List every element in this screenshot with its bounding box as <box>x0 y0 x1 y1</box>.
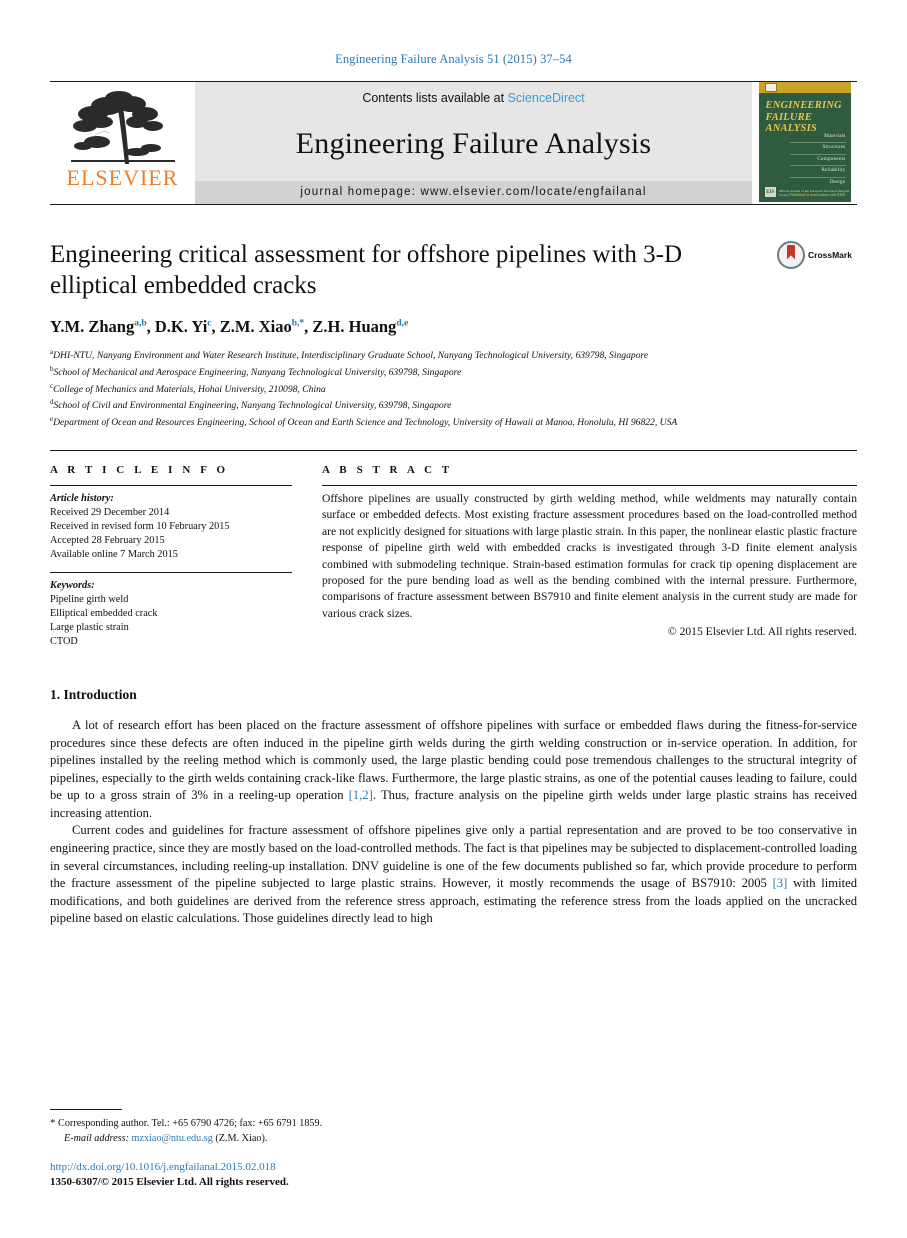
author-entry: Y.M. Zhanga,b, <box>50 317 155 336</box>
cover-topbar <box>758 82 851 93</box>
cover-right-label: Published in association with ESIS <box>789 192 846 197</box>
crossmark-icon <box>777 241 805 269</box>
keyword-item: Elliptical embedded crack <box>50 607 158 619</box>
history-item: Received in revised form 10 February 201… <box>50 520 230 532</box>
corresponding-text: Corresponding author. Tel.: +65 6790 472… <box>58 1118 323 1130</box>
keywords-label: Keywords: <box>50 579 95 591</box>
email-line: E-mail address: mzxiao@ntu.edu.sg (Z.M. … <box>50 1132 550 1146</box>
history-item: Available online 7 March 2015 <box>50 548 178 560</box>
author-entry: Z.H. Huangd,e <box>312 317 408 336</box>
article-history-block: Article history: Received 29 December 20… <box>50 486 292 562</box>
paragraph: A lot of research effort has been placed… <box>50 717 857 823</box>
cover-keyword-list: Materials Structures Components Reliabil… <box>789 132 846 188</box>
elsevier-tree-icon <box>63 86 183 170</box>
keyword-item: Large plastic strain <box>50 621 129 633</box>
crossmark-label: CrossMark <box>808 250 852 260</box>
abstract-copyright: © 2015 Elsevier Ltd. All rights reserved… <box>667 625 857 639</box>
paragraph-text: Current codes and guidelines for fractur… <box>50 823 857 891</box>
author-list: Y.M. Zhanga,b, D.K. Yic, Z.M. Xiaob,*, Z… <box>50 317 857 337</box>
cover-keyword: Reliability <box>789 166 846 178</box>
keywords-block: Keywords: Pipeline girth weld Elliptical… <box>50 573 292 649</box>
abstract-column: A B S T R A C T Offshore pipelines are u… <box>322 464 857 649</box>
affiliation-text: DHI-NTU, Nanyang Environment and Water R… <box>53 350 649 362</box>
sciencedirect-link[interactable]: ScienceDirect <box>508 91 585 105</box>
affiliation-text: Department of Ocean and Resources Engine… <box>53 417 678 429</box>
article-info-heading: A R T I C L E I N F O <box>50 463 229 476</box>
esis-logo-icon: EIS <box>764 187 776 197</box>
journal-cover-thumbnail: ENGINEERING FAILURE ANALYSIS Materials S… <box>758 82 851 202</box>
affiliation-item: dSchool of Civil and Environmental Engin… <box>50 396 857 413</box>
journal-band: Contents lists available at ScienceDirec… <box>195 82 752 204</box>
citation-link[interactable]: [1,2] <box>349 788 373 802</box>
journal-title: Engineering Failure Analysis <box>295 127 652 160</box>
author-name: Z.M. Xiao <box>219 317 292 336</box>
paper-page: Engineering Failure Analysis 51 (2015) 3… <box>0 0 907 1238</box>
corresponding-star: * <box>50 1117 56 1130</box>
author-marks: d,e <box>396 318 409 329</box>
doi-link[interactable]: http://dx.doi.org/10.1016/j.engfailanal.… <box>50 1160 550 1175</box>
journal-homepage-link[interactable]: journal homepage: www.elsevier.com/locat… <box>195 181 752 204</box>
author-sep: , <box>211 317 220 336</box>
affiliation-text: College of Mechanics and Materials, Hoha… <box>53 383 326 395</box>
affiliation-text: School of Civil and Environmental Engine… <box>53 400 452 412</box>
cover-stamp-icon <box>764 83 777 92</box>
author-sep: , <box>146 317 155 336</box>
author-entry: Z.M. Xiaob,*, <box>220 317 313 336</box>
keyword-item: CTOD <box>50 635 78 647</box>
abstract-text: Offshore pipelines are usually construct… <box>322 491 857 620</box>
author-marks: b,* <box>291 318 305 329</box>
cover-keyword: Materials <box>789 132 846 144</box>
journal-cover-block: ENGINEERING FAILURE ANALYSIS Materials S… <box>752 82 857 204</box>
history-item: Accepted 28 February 2015 <box>50 534 165 546</box>
affiliation-list: aDHI-NTU, Nanyang Environment and Water … <box>50 346 857 430</box>
page-title: Engineering critical assessment for offs… <box>50 241 683 299</box>
author-name: Z.H. Huang <box>312 317 397 336</box>
elsevier-logo: ELSEVIER <box>50 82 195 204</box>
corresponding-author-note: * Corresponding author. Tel.: +65 6790 4… <box>50 1116 550 1146</box>
elsevier-wordmark: ELSEVIER <box>66 165 179 190</box>
cover-title-line-2: FAILURE <box>765 111 813 123</box>
email-owner: (Z.M. Xiao). <box>215 1132 268 1144</box>
author-entry: D.K. Yic, <box>155 317 220 336</box>
article-info-column: A R T I C L E I N F O Article history: R… <box>50 464 292 649</box>
author-name: D.K. Yi <box>154 317 208 336</box>
abstract-heading: A B S T R A C T <box>322 463 453 476</box>
author-marks: a,b <box>134 318 147 329</box>
info-abstract-region: A R T I C L E I N F O Article history: R… <box>50 449 857 649</box>
running-head: Engineering Failure Analysis 51 (2015) 3… <box>335 52 572 66</box>
cover-keyword: Components <box>789 155 846 167</box>
journal-masthead: ELSEVIER Contents lists available at Sci… <box>50 81 857 205</box>
email-label: E-mail address: <box>64 1132 129 1144</box>
paragraph: Current codes and guidelines for fractur… <box>50 822 857 928</box>
cover-keyword: Structures <box>789 143 846 155</box>
keyword-item: Pipeline girth weld <box>50 593 129 605</box>
affiliation-text: School of Mechanical and Aerospace Engin… <box>53 366 462 378</box>
email-link[interactable]: mzxiao@ntu.edu.sg <box>132 1133 213 1144</box>
cover-title: ENGINEERING FAILURE ANALYSIS <box>759 93 851 135</box>
affiliation-item: cCollege of Mechanics and Materials, Hoh… <box>50 380 857 397</box>
crossmark-badge-group[interactable]: CrossMark <box>777 241 857 269</box>
affiliation-item: eDepartment of Ocean and Resources Engin… <box>50 413 857 430</box>
footnote-rule <box>50 1109 122 1111</box>
section-title-introduction: 1. Introduction <box>50 686 137 702</box>
author-name: Y.M. Zhang <box>50 317 135 336</box>
history-item: Received 29 December 2014 <box>50 506 170 518</box>
issn-copyright-line: 1350-6307/© 2015 Elsevier Ltd. All right… <box>50 1176 289 1188</box>
body-region: 1. Introduction A lot of research effort… <box>50 687 857 928</box>
page-footer: * Corresponding author. Tel.: +65 6790 4… <box>50 1109 550 1190</box>
cover-title-line-1: ENGINEERING <box>765 100 842 111</box>
citation-link[interactable]: [3] <box>773 876 788 890</box>
contents-available-line: Contents lists available at ScienceDirec… <box>362 91 584 105</box>
article-history-label: Article history: <box>50 492 114 504</box>
contents-prefix: Contents lists available at <box>362 91 508 105</box>
affiliation-item: aDHI-NTU, Nanyang Environment and Water … <box>50 346 857 363</box>
title-area: Engineering critical assessment for offs… <box>50 239 857 301</box>
affiliation-item: bSchool of Mechanical and Aerospace Engi… <box>50 363 857 380</box>
